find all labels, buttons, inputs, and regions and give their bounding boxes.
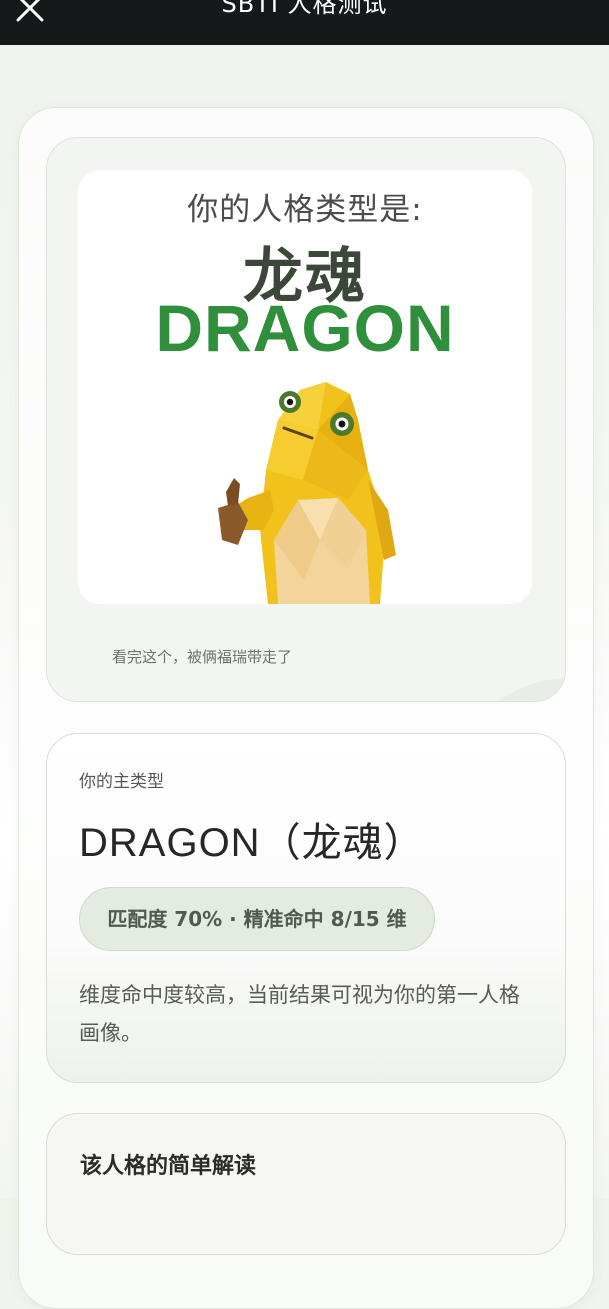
brief-interpretation-card	[46, 1113, 566, 1255]
main-type-value: DRAGON（龙魂）	[79, 821, 425, 865]
page-title: SBTI 人格测试	[221, 0, 388, 18]
brief-interpretation-title: 该人格的简单解读	[80, 1154, 257, 1179]
result-poster: 你的人格类型是: 龙魂 DRAGON	[78, 170, 532, 604]
poster-prompt: 你的人格类型是:	[187, 192, 423, 228]
poster-type-en: DRAGON	[155, 291, 455, 365]
main-type-description: 维度命中度较高，当前结果可视为你的第一人格画像。	[79, 983, 520, 1045]
match-badge: 匹配度 70% · 精准命中 8/15 维	[79, 887, 435, 951]
poster-caption: 看完这个，被俩福瑞带走了	[112, 648, 293, 666]
decorative-circle	[449, 678, 565, 701]
top-bar: SBTI 人格测试	[0, 0, 609, 45]
main-type-label: 你的主类型	[79, 772, 164, 792]
mascot-illustration	[218, 382, 396, 604]
